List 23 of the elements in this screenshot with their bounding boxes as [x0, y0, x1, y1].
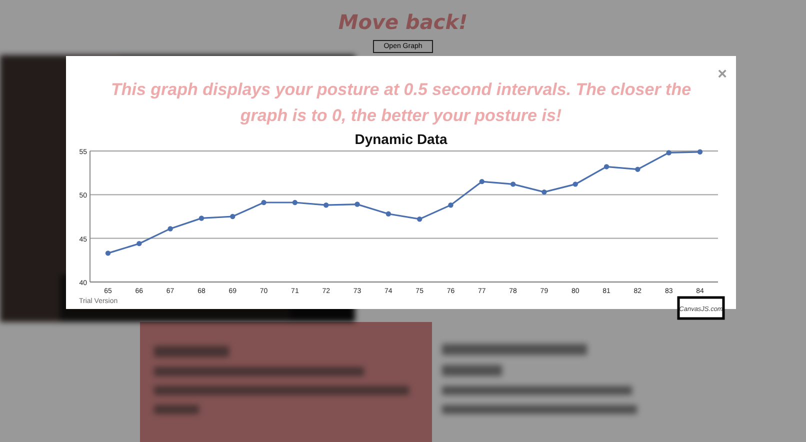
data-point [292, 200, 298, 206]
data-point [416, 216, 422, 222]
data-point [198, 216, 204, 221]
data-point [448, 202, 454, 208]
data-point [635, 166, 640, 172]
data-point [542, 189, 547, 195]
chart-title: Dynamic Data [354, 131, 448, 147]
data-point [386, 211, 392, 216]
page-heading: Move back! [338, 10, 468, 34]
data-point [604, 164, 610, 170]
data-point [168, 226, 173, 232]
posture-message: This graph displays your posture at 0.5 second intervals. The closer the graph is to 0, the better your posture is! [110, 79, 692, 127]
data-point [666, 150, 672, 156]
data-point [230, 214, 236, 220]
data-point [105, 250, 111, 256]
data-point [479, 178, 484, 184]
data-point [572, 182, 578, 187]
data-point [510, 182, 516, 187]
data-point [354, 202, 360, 207]
data-point [697, 149, 703, 154]
data-point [324, 202, 329, 208]
data-point [261, 200, 266, 206]
data-point [136, 240, 142, 246]
